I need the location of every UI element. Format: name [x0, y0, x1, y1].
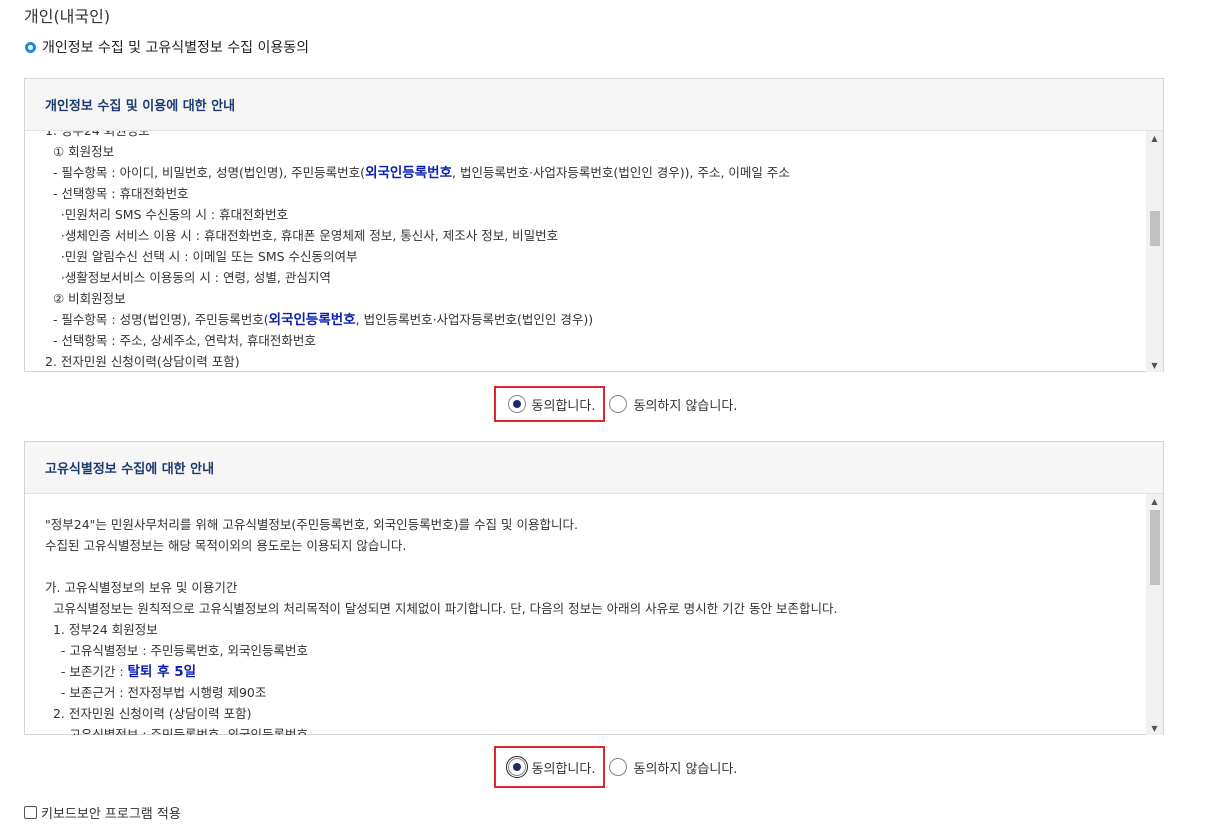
agree-option-1[interactable]: 동의합니다. — [493, 386, 606, 422]
scrollbar-thumb[interactable] — [1150, 211, 1160, 246]
text-line-prefix: 가. 고유식별정보의 보유 및 이용기간 — [45, 580, 238, 595]
text-line — [45, 556, 1141, 577]
text-line: ·민원 알림수신 선택 시 : 이메일 또는 SMS 수신동의여부 — [45, 246, 1141, 267]
text-line-prefix: 2. 전자민원 신청이력(상담이력 포함) — [45, 354, 240, 369]
disagree-option-1[interactable]: 동의하지 않습니다. — [609, 395, 737, 414]
unique-id-collection-text: "정부24"는 민원사무처리를 위해 고유식별정보(주민등록번호, 외국인등록번… — [45, 514, 1141, 735]
text-line-prefix: "정부24"는 민원사무처리를 위해 고유식별정보(주민등록번호, 외국인등록번… — [45, 517, 578, 532]
text-line: - 보존근거 : 전자정부법 시행령 제90조 — [45, 682, 1141, 703]
keyboard-security-option[interactable]: 키보드보안 프로그램 적용 — [24, 803, 181, 822]
scrollbar[interactable]: ▲ ▼ — [1146, 131, 1163, 372]
text-line: ·생체인증 서비스 이용 시 : 휴대전화번호, 휴대폰 운영체제 정보, 통신… — [45, 225, 1141, 246]
text-line: 1. 정부24 회원정보 — [45, 131, 1141, 141]
text-line: 2. 전자민원 신청이력(상담이력 포함) — [45, 351, 1141, 372]
text-line-prefix: - 선택항목 : 휴대전화번호 — [45, 186, 189, 201]
unique-id-collection-box: 고유식별정보 수집에 대한 안내 "정부24"는 민원사무처리를 위해 고유식별… — [24, 441, 1164, 735]
highlighted-text: 탈퇴 후 5일 — [127, 664, 197, 680]
text-line-suffix: , 법인등록번호·사업자등록번호(법인인 경우)) — [355, 312, 594, 327]
text-line-prefix: - 고유식별정보 : 주민등록번호, 외국인등록번호 — [45, 727, 308, 735]
text-line: 고유식별정보는 원칙적으로 고유식별정보의 처리목적이 달성되면 지체없이 파기… — [45, 598, 1141, 619]
disagree-label-1: 동의하지 않습니다. — [633, 398, 738, 414]
text-line: 가. 고유식별정보의 보유 및 이용기간 — [45, 577, 1141, 598]
text-line-prefix: 수집된 고유식별정보는 해당 목적이외의 용도로는 이용되지 않습니다. — [45, 538, 407, 553]
text-line: 수집된 고유식별정보는 해당 목적이외의 용도로는 이용되지 않습니다. — [45, 535, 1141, 556]
privacy-collection-box: 개인정보 수집 및 이용에 대한 안내 1. 정부24 회원정보 ① 회원정보 … — [24, 78, 1164, 372]
scroll-up-icon[interactable]: ▲ — [1146, 131, 1163, 145]
privacy-collection-scroll-area[interactable]: 1. 정부24 회원정보 ① 회원정보 - 필수항목 : 아이디, 비밀번호, … — [25, 131, 1163, 372]
agree-label-2: 동의합니다. — [531, 761, 596, 777]
highlighted-text: 외국인등록번호 — [365, 165, 453, 181]
text-line-prefix: ·생체인증 서비스 이용 시 : 휴대전화번호, 휴대폰 운영체제 정보, 통신… — [45, 228, 559, 243]
text-line: 2. 전자민원 신청이력 (상담이력 포함) — [45, 703, 1141, 724]
text-line: - 고유식별정보 : 주민등록번호, 외국인등록번호 — [45, 640, 1141, 661]
disagree-radio-2[interactable] — [609, 758, 628, 776]
agree-option-2[interactable]: 동의합니다. — [493, 746, 606, 788]
privacy-collection-header: 개인정보 수집 및 이용에 대한 안내 — [25, 79, 1163, 131]
text-line-prefix: 1. 정부24 회원정보 — [45, 131, 150, 138]
text-line-prefix: - 보존기간 : — [45, 664, 128, 679]
text-line-prefix: - 보존근거 : 전자정부법 시행령 제90조 — [45, 685, 267, 700]
privacy-collection-text: 1. 정부24 회원정보 ① 회원정보 - 필수항목 : 아이디, 비밀번호, … — [45, 131, 1141, 372]
text-line-prefix: - 필수항목 : 성명(법인명), 주민등록번호( — [45, 312, 269, 327]
agree-radio-2[interactable] — [505, 756, 528, 778]
scrollbar[interactable]: ▲ ▼ — [1146, 494, 1163, 735]
text-line-prefix: ① 회원정보 — [45, 144, 115, 159]
unique-id-consent-radio-group: 동의합니다. 동의하지 않습니다. — [0, 746, 1231, 788]
scroll-up-icon[interactable]: ▲ — [1146, 494, 1163, 508]
text-line-prefix: 2. 전자민원 신청이력 (상담이력 포함) — [45, 706, 252, 721]
unique-id-collection-header: 고유식별정보 수집에 대한 안내 — [25, 442, 1163, 494]
highlighted-text: 외국인등록번호 — [268, 312, 356, 328]
radio-selected-dot-icon — [512, 400, 521, 408]
keyboard-security-checkbox[interactable] — [24, 806, 37, 819]
text-line: ·생활정보서비스 이용동의 시 : 연령, 성별, 관심지역 — [45, 267, 1141, 288]
consent-title: 개인정보 수집 및 고유식별정보 수집 이용동의 — [24, 37, 309, 57]
text-line: - 필수항목 : 아이디, 비밀번호, 성명(법인명), 주민등록번호(외국인등… — [45, 162, 1141, 183]
text-line: - 보존기간 : 탈퇴 후 5일 — [45, 661, 1141, 682]
text-line-prefix: ·민원 알림수신 선택 시 : 이메일 또는 SMS 수신동의여부 — [45, 249, 358, 264]
scroll-down-icon[interactable]: ▼ — [1146, 358, 1163, 372]
disagree-label-2: 동의하지 않습니다. — [633, 761, 738, 777]
section-title: 개인(내국인) — [24, 7, 111, 26]
text-line: ① 회원정보 — [45, 141, 1141, 162]
keyboard-security-label: 키보드보안 프로그램 적용 — [41, 807, 181, 822]
text-line: - 선택항목 : 휴대전화번호 — [45, 183, 1141, 204]
text-line-suffix: , 법인등록번호·사업자등록번호(법인인 경우)), 주소, 이메일 주소 — [452, 165, 790, 180]
agree-label-1: 동의합니다. — [531, 398, 596, 414]
radio-selected-dot-icon — [512, 763, 521, 771]
text-line: ·민원처리 SMS 수신동의 시 : 휴대전화번호 — [45, 204, 1141, 225]
text-line-prefix: ② 비회원정보 — [45, 291, 126, 306]
scrollbar-thumb[interactable] — [1150, 510, 1160, 585]
disagree-radio-1[interactable] — [609, 395, 628, 413]
scroll-down-icon[interactable]: ▼ — [1146, 721, 1163, 735]
text-line-prefix: ·생활정보서비스 이용동의 시 : 연령, 성별, 관심지역 — [45, 270, 331, 285]
text-line: 1. 정부24 회원정보 — [45, 619, 1141, 640]
text-line: - 고유식별정보 : 주민등록번호, 외국인등록번호 — [45, 724, 1141, 735]
text-line-prefix: 고유식별정보는 원칙적으로 고유식별정보의 처리목적이 달성되면 지체없이 파기… — [45, 601, 838, 616]
text-line-prefix: - 선택항목 : 주소, 상세주소, 연락처, 휴대전화번호 — [45, 333, 316, 348]
text-line: - 선택항목 : 주소, 상세주소, 연락처, 휴대전화번호 — [45, 330, 1141, 351]
consent-title-text: 개인정보 수집 및 고유식별정보 수집 이용동의 — [42, 40, 309, 56]
privacy-consent-radio-group: 동의합니다. 동의하지 않습니다. — [0, 386, 1231, 422]
text-line-prefix: - 필수항목 : 아이디, 비밀번호, 성명(법인명), 주민등록번호( — [45, 165, 366, 180]
unique-id-collection-scroll-area[interactable]: "정부24"는 민원사무처리를 위해 고유식별정보(주민등록번호, 외국인등록번… — [25, 494, 1163, 735]
text-line-prefix: ·민원처리 SMS 수신동의 시 : 휴대전화번호 — [45, 207, 289, 222]
bullet-circle-icon — [25, 41, 36, 53]
text-line-prefix: 1. 정부24 회원정보 — [45, 622, 158, 637]
text-line: ② 비회원정보 — [45, 288, 1141, 309]
agree-radio-1[interactable] — [507, 395, 526, 413]
disagree-option-2[interactable]: 동의하지 않습니다. — [609, 758, 737, 777]
text-line: - 필수항목 : 성명(법인명), 주민등록번호(외국인등록번호, 법인등록번호… — [45, 309, 1141, 330]
text-line-prefix: - 고유식별정보 : 주민등록번호, 외국인등록번호 — [45, 643, 308, 658]
text-line: "정부24"는 민원사무처리를 위해 고유식별정보(주민등록번호, 외국인등록번… — [45, 514, 1141, 535]
